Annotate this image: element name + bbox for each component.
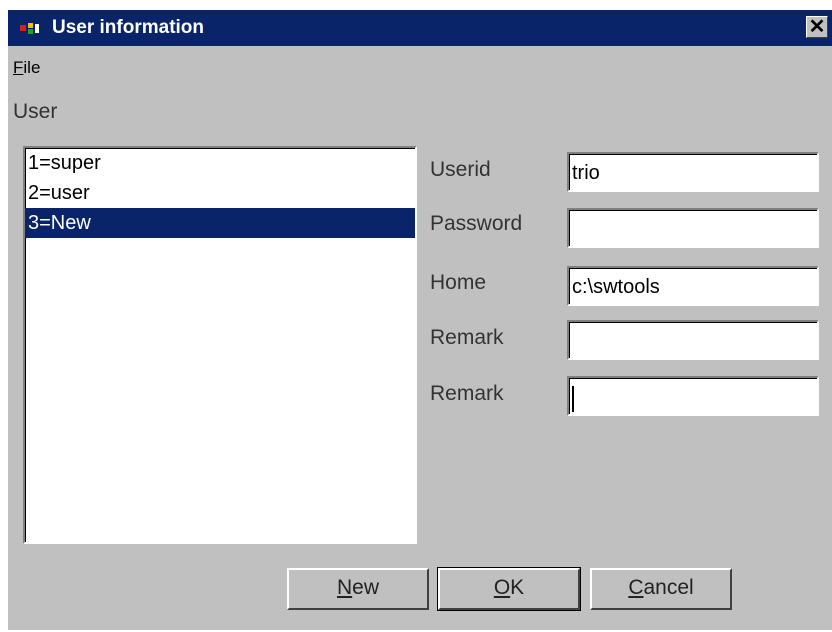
text-caret — [572, 386, 574, 412]
list-item-label: 2=user — [28, 182, 90, 204]
userid-label: Userid — [430, 158, 491, 181]
user-information-window: User information ✕ File User 1=super 2=u… — [8, 10, 832, 630]
home-field[interactable]: c:\swtools — [567, 266, 819, 306]
ok-button[interactable]: OK — [437, 567, 581, 611]
list-item[interactable]: 1=super — [25, 148, 415, 178]
user-listbox[interactable]: 1=super 2=user 3=New — [23, 146, 417, 544]
list-item[interactable]: 2=user — [25, 178, 415, 208]
home-label: Home — [430, 271, 487, 294]
menu-file[interactable]: File — [13, 58, 40, 78]
new-access-key: N — [336, 576, 353, 599]
window-title: User information — [52, 17, 205, 38]
home-value: c:\swtools — [572, 276, 660, 298]
user-label: User — [13, 100, 58, 123]
ok-access-key: O — [493, 576, 511, 599]
app-icon — [20, 23, 39, 34]
remark-field-1[interactable] — [567, 320, 819, 360]
new-button[interactable]: New — [287, 568, 429, 610]
list-item-label: 1=super — [28, 152, 101, 174]
remark-field-2[interactable] — [567, 376, 819, 416]
new-label-rest: ew — [352, 576, 380, 599]
cancel-label-rest: ancel — [643, 576, 694, 599]
file-label-rest: ile — [23, 58, 41, 77]
list-item-label: 3=New — [28, 212, 91, 234]
ok-label-rest: K — [510, 576, 525, 599]
list-item-selected[interactable]: 3=New — [25, 208, 415, 238]
userid-field[interactable]: trio — [567, 152, 819, 192]
cancel-button[interactable]: Cancel — [590, 568, 732, 610]
file-access-key: F — [13, 58, 24, 77]
password-field[interactable] — [567, 208, 819, 248]
title-bar[interactable]: User information ✕ — [8, 10, 832, 46]
remark-label-1: Remark — [430, 326, 504, 349]
userid-value: trio — [572, 162, 600, 184]
remark-label-2: Remark — [430, 382, 504, 405]
close-icon: ✕ — [808, 16, 826, 38]
cancel-access-key: C — [628, 576, 644, 599]
password-label: Password — [430, 212, 523, 235]
close-button[interactable]: ✕ — [806, 16, 828, 38]
